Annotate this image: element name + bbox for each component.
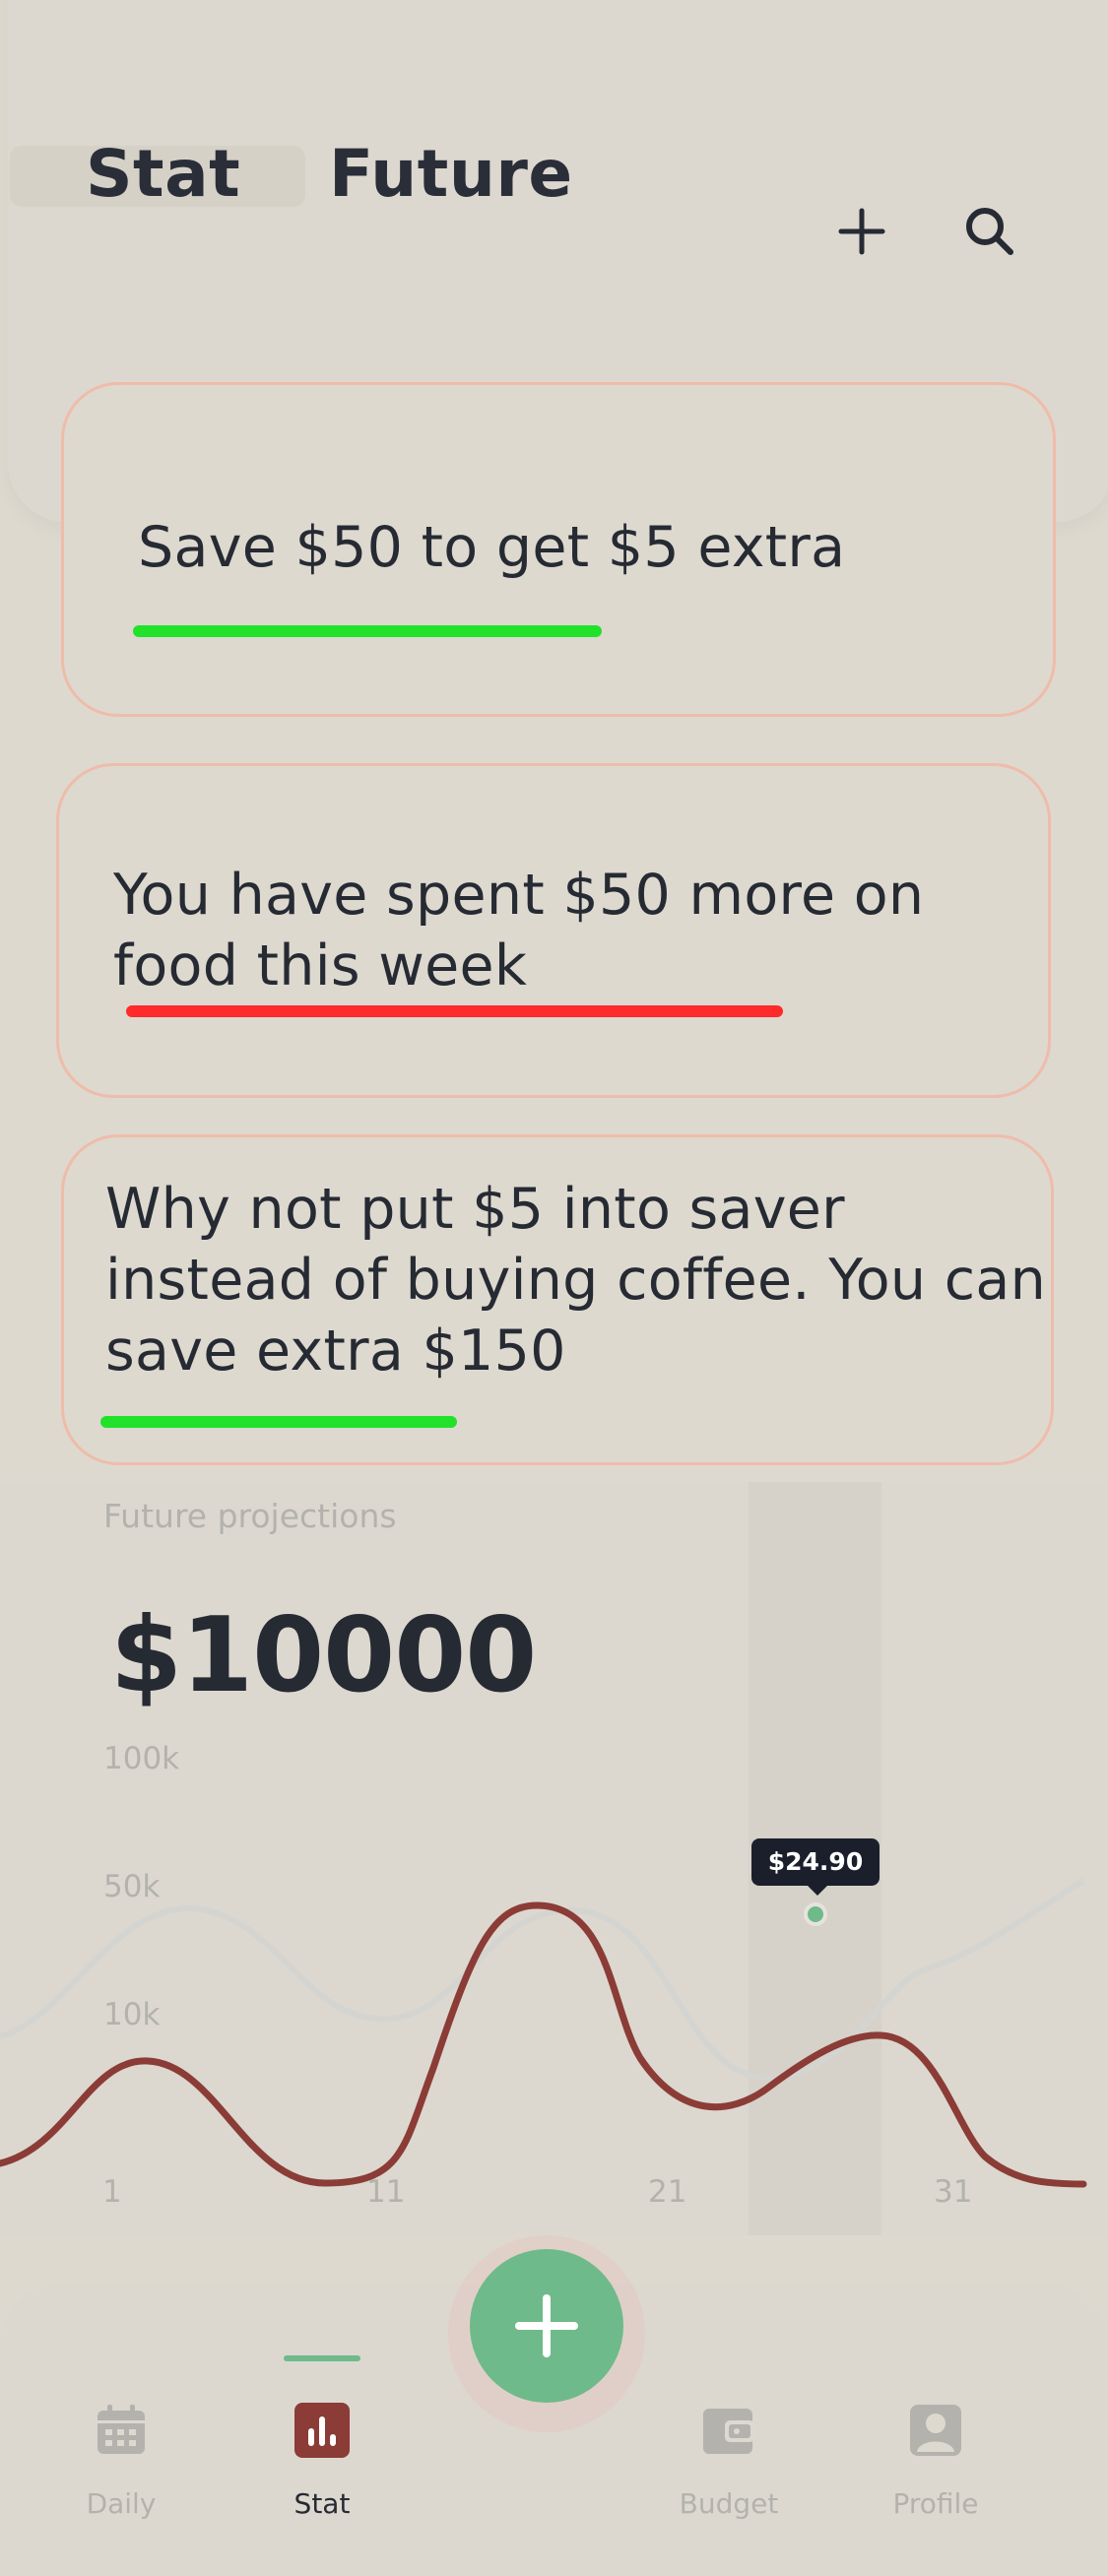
nav-label-profile: Profile [892, 2487, 979, 2520]
secondary-trend-line [0, 1878, 1085, 2082]
nav-label-stat: Stat [293, 2487, 351, 2520]
nav-item-budget[interactable]: Budget [660, 2403, 798, 2520]
active-tab-indicator [284, 2355, 360, 2361]
nav-item-stat[interactable]: Stat [253, 2403, 391, 2520]
value-tooltip: $24.90 [751, 1838, 880, 1896]
tab-future[interactable]: Future [329, 136, 573, 212]
y-axis-label: 100k [103, 1741, 180, 1776]
nav-item-profile[interactable]: Profile [867, 2403, 1005, 2520]
wallet-icon [703, 2409, 754, 2454]
projection-line-chart [0, 1878, 1087, 2188]
primary-trend-line [0, 1901, 1087, 2188]
add-transaction-button[interactable] [470, 2249, 623, 2403]
profile-icon [910, 2405, 961, 2456]
plus-icon[interactable] [827, 197, 896, 266]
insight-text: Why not put $5 into saver instead of buy… [105, 1177, 1047, 1384]
insight-progress-bar [133, 625, 602, 637]
nav-item-daily[interactable]: Daily [52, 2403, 190, 2520]
x-axis-label: 11 [366, 2174, 406, 2210]
x-axis-label: 31 [934, 2174, 973, 2210]
search-icon[interactable] [955, 197, 1024, 266]
nav-label-budget: Budget [679, 2487, 779, 2520]
tab-stat[interactable]: Stat [86, 136, 240, 212]
insight-text: You have spent $50 more on food this wee… [113, 863, 925, 998]
calendar-icon [98, 2405, 145, 2454]
x-axis-label: 1 [102, 2174, 122, 2210]
insight-progress-bar [100, 1416, 457, 1428]
projection-label: Future projections [103, 1497, 397, 1535]
projection-value: $10000 [110, 1595, 537, 1715]
plus-icon [515, 2294, 578, 2357]
bar-chart-icon [294, 2403, 350, 2458]
x-axis-label: 21 [648, 2174, 687, 2210]
insight-text: Save $50 to get $5 extra [138, 515, 846, 580]
insight-progress-bar [126, 1005, 783, 1017]
selected-point[interactable] [804, 1902, 827, 1926]
nav-label-daily: Daily [86, 2487, 157, 2520]
